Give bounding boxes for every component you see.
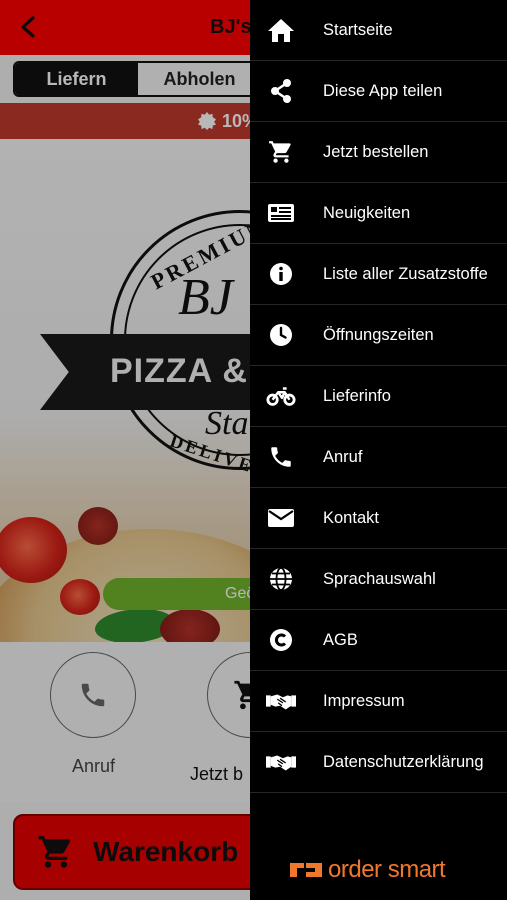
handshake-icon: [266, 749, 296, 775]
menu-label: Liste aller Zusatzstoffe: [323, 265, 488, 283]
menu-label: Öffnungszeiten: [323, 326, 434, 344]
copyright-icon: [266, 627, 296, 653]
menu-item-imprint[interactable]: Impressum: [250, 671, 507, 732]
menu-item-privacy[interactable]: Datenschutzerklärung: [250, 732, 507, 793]
share-icon: [266, 78, 296, 104]
clock-icon: [266, 322, 296, 348]
menu-item-share[interactable]: Diese App teilen: [250, 61, 507, 122]
mail-icon: [266, 505, 296, 531]
menu-item-additives[interactable]: Liste aller Zusatzstoffe: [250, 244, 507, 305]
globe-icon: [266, 566, 296, 592]
menu-item-hours[interactable]: Öffnungszeiten: [250, 305, 507, 366]
menu-item-delivery-info[interactable]: Lieferinfo: [250, 366, 507, 427]
menu-label: Kontakt: [323, 509, 379, 527]
menu-label: Neuigkeiten: [323, 204, 411, 222]
info-icon: [266, 261, 296, 287]
menu-label: Jetzt bestellen: [323, 143, 429, 161]
home-icon: [266, 17, 296, 43]
menu-item-language[interactable]: Sprachauswahl: [250, 549, 507, 610]
menu-item-home[interactable]: Startseite: [250, 0, 507, 61]
menu-label: Datenschutzerklärung: [323, 753, 484, 771]
cart-icon: [266, 139, 296, 165]
menu-label: AGB: [323, 631, 358, 649]
phone-icon: [266, 444, 296, 470]
news-icon: [266, 200, 296, 226]
menu-item-terms[interactable]: AGB: [250, 610, 507, 671]
menu-label: Impressum: [323, 692, 405, 710]
handshake-icon: [266, 688, 296, 714]
menu-label: Lieferinfo: [323, 387, 391, 405]
menu-item-contact[interactable]: Kontakt: [250, 488, 507, 549]
menu-label: Sprachauswahl: [323, 570, 436, 588]
motorcycle-icon: [266, 383, 296, 409]
order-smart-logo-icon: [290, 863, 322, 877]
menu-item-order[interactable]: Jetzt bestellen: [250, 122, 507, 183]
menu-label: Anruf: [323, 448, 363, 466]
menu-label: Diese App teilen: [323, 82, 443, 100]
menu-item-news[interactable]: Neuigkeiten: [250, 183, 507, 244]
brand-logo: order smart: [290, 856, 446, 884]
menu-label: Startseite: [323, 21, 393, 39]
menu-item-call[interactable]: Anruf: [250, 427, 507, 488]
brand-text: order smart: [328, 856, 446, 883]
navigation-drawer: Startseite Diese App teilen Jetzt bestel…: [250, 0, 507, 900]
